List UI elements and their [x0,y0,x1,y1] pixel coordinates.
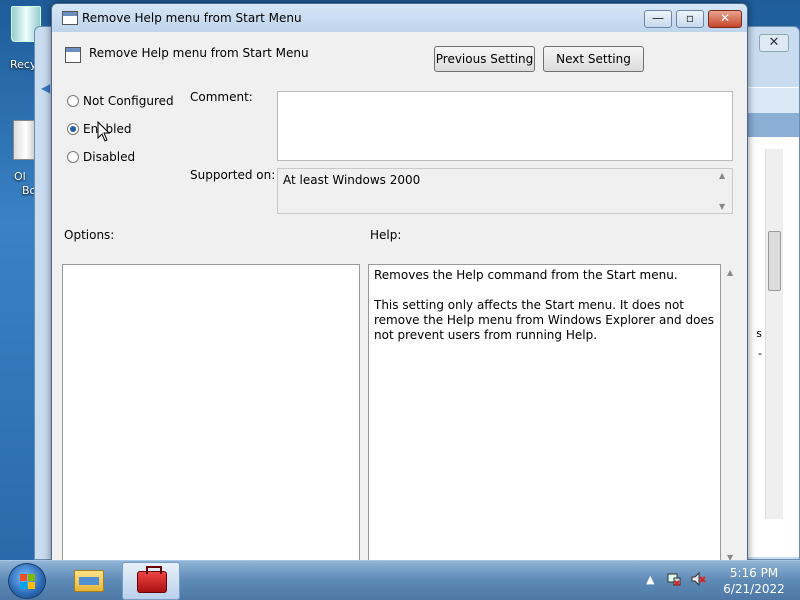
radio-disabled[interactable]: Disabled [67,150,135,164]
comment-label: Comment: [190,90,253,104]
dialog-client: Remove Help menu from Start Menu Previou… [60,32,739,564]
comment-textarea[interactable] [277,91,733,161]
folder-icon [74,570,104,592]
toolbox-icon [137,566,167,593]
background-close-button[interactable]: ✕ [759,34,789,52]
options-label: Options: [64,228,115,242]
policy-name: Remove Help menu from Start Menu [89,46,309,60]
system-clock[interactable]: 5:16 PM 6/21/2022 [718,565,790,597]
taskbar: ▲ 5:16 PM 6/21/2022 [0,560,800,600]
background-header-strip [739,113,799,137]
window-title: Remove Help menu from Start Menu [82,11,302,25]
taskbar-group-policy-editor[interactable] [122,562,180,600]
supported-scrollbar[interactable]: ▲ ▼ [716,169,732,213]
supported-on-value: At least Windows 2000 [283,173,421,187]
title-bar[interactable]: Remove Help menu from Start Menu — ▫ ✕ [52,4,747,32]
back-arrow-icon[interactable]: ◀ [41,81,50,95]
scroll-up-icon[interactable]: ▲ [727,268,733,277]
radio-label: Not Configured [83,94,174,108]
recycle-bin-label: Recy [10,58,37,71]
radio-not-configured[interactable]: Not Configured [67,94,174,108]
start-button[interactable] [8,563,46,599]
background-text: - [758,347,762,360]
help-pane: Removes the Help command from the Start … [368,264,721,564]
radio-button-checked-icon[interactable] [67,123,79,135]
help-paragraph: Removes the Help command from the Start … [374,268,678,282]
close-button[interactable]: ✕ [708,10,742,28]
windows-logo-icon [20,574,36,590]
maximize-button[interactable]: ▫ [676,10,704,28]
radio-button-icon[interactable] [67,151,79,163]
minimize-button[interactable]: — [644,10,672,28]
help-scrollbar[interactable]: ▲ ▼ [723,264,739,564]
policy-setting-dialog: Remove Help menu from Start Menu — ▫ ✕ R… [51,3,748,564]
background-text: s [756,327,762,340]
radio-button-icon[interactable] [67,95,79,107]
network-icon[interactable] [666,571,682,587]
help-label: Help: [370,228,402,242]
background-scrollbar[interactable] [765,149,783,519]
taskbar-windows-explorer[interactable] [60,562,118,600]
background-scrollbar-thumb[interactable] [768,231,781,291]
policy-icon [62,11,78,25]
clock-time: 5:16 PM [729,566,779,580]
old-browser-label-line1: Ol [14,170,26,183]
supported-on-field: At least Windows 2000 ▲ ▼ [277,168,733,214]
previous-setting-button[interactable]: Previous Setting [434,46,535,72]
supported-on-label: Supported on: [190,168,276,182]
clock-date: 6/21/2022 [723,582,785,596]
volume-muted-icon[interactable] [690,571,706,587]
scroll-down-icon[interactable]: ▼ [719,202,725,211]
mouse-cursor-icon [97,121,111,142]
scroll-up-icon[interactable]: ▲ [719,171,725,180]
next-setting-button[interactable]: Next Setting [543,46,644,72]
radio-label: Disabled [83,150,136,164]
help-paragraph: This setting only affects the Start menu… [374,298,715,342]
show-hidden-icons-button[interactable]: ▲ [646,573,654,586]
options-pane [62,264,360,564]
policy-setting-icon [65,47,81,63]
